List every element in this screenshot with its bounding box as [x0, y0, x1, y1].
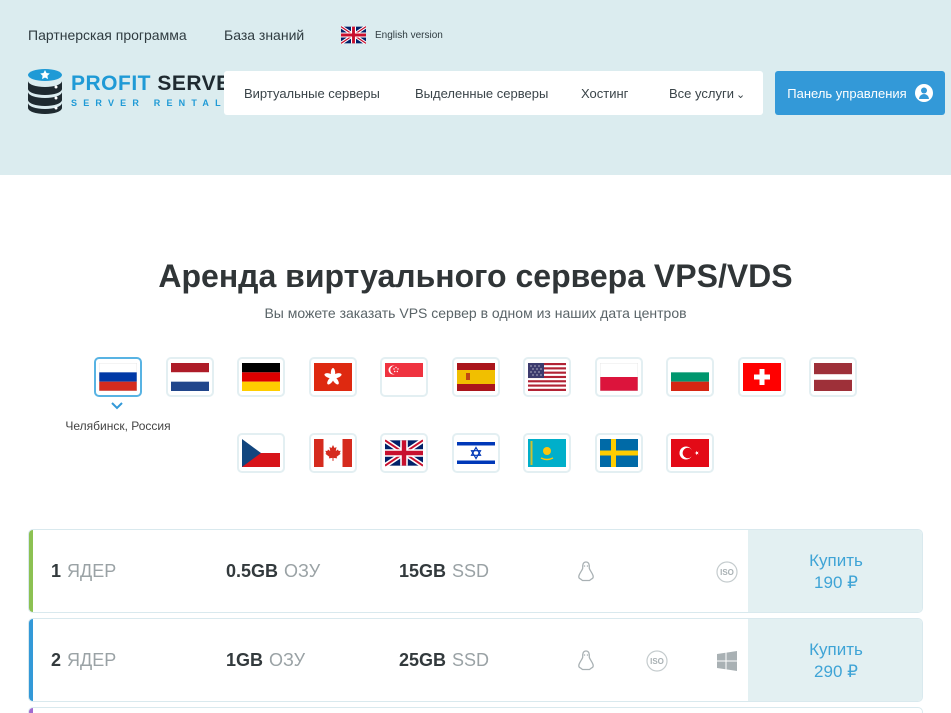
- plan-cores: 2 ЯДЕР: [51, 650, 116, 671]
- knowledge-base-link[interactable]: База знаний: [224, 27, 304, 43]
- plan-accent-bar: [29, 708, 33, 713]
- plan-cores-value: 1: [51, 561, 62, 581]
- logo[interactable]: PROFIT SERVER SERVER RENTAL: [27, 68, 246, 114]
- chevron-down-icon: [111, 402, 123, 410]
- israel-flag-icon: [457, 439, 495, 467]
- bulgaria-flag-icon: [671, 363, 709, 391]
- iso-icon: ISO: [646, 650, 668, 672]
- uk-flag-icon: [385, 439, 423, 467]
- buy-button-label: Купить: [809, 551, 863, 570]
- nav-hosting[interactable]: Хостинг: [581, 86, 628, 101]
- control-panel-button[interactable]: Панель управления: [775, 71, 945, 115]
- flag-israel[interactable]: [452, 433, 500, 473]
- hongkong-flag-icon: [314, 363, 352, 391]
- plan-row: 2 ЯДЕР 1GB ОЗУ 25GB SSD ISO Купить 290 ₽: [28, 618, 923, 702]
- uk-flag-icon: [341, 26, 366, 44]
- english-version-link[interactable]: English version: [341, 26, 443, 44]
- partner-program-link[interactable]: Партнерская программа: [28, 27, 187, 43]
- buy-button[interactable]: Купить 190 ₽: [748, 530, 922, 612]
- flag-poland[interactable]: [595, 357, 643, 397]
- flag-netherlands[interactable]: [166, 357, 214, 397]
- flag-usa[interactable]: [523, 357, 571, 397]
- logo-word-profit: PROFIT: [71, 72, 151, 95]
- plan-accent-bar: [29, 619, 33, 701]
- nav-all-services[interactable]: Все услуги ⌄: [669, 86, 745, 101]
- english-version-label: English version: [375, 29, 443, 41]
- plan-ram-label: ОЗУ: [269, 650, 306, 670]
- poland-flag-icon: [600, 363, 638, 391]
- windows-icon: [717, 651, 737, 671]
- switzerland-flag-icon: [743, 363, 781, 391]
- flag-uk[interactable]: [380, 433, 428, 473]
- plan-ram: 1GB ОЗУ: [226, 650, 305, 671]
- plan-cores-value: 2: [51, 650, 62, 670]
- turkey-flag-icon: [671, 439, 709, 467]
- buy-button[interactable]: Купить 290 ₽: [748, 619, 922, 701]
- flag-kazakhstan[interactable]: [523, 433, 571, 473]
- user-icon: [914, 84, 933, 102]
- server-stack-icon: [28, 69, 62, 114]
- canada-flag-icon: [314, 439, 352, 467]
- nav-virtual-servers[interactable]: Виртуальные серверы: [244, 86, 380, 101]
- spain-flag-icon: [457, 363, 495, 391]
- linux-icon: [578, 650, 594, 671]
- selected-location-label: Челябинск, Россия: [65, 419, 171, 433]
- plan-ram-label: ОЗУ: [284, 561, 321, 581]
- plan-cores: 1 ЯДЕР: [51, 561, 116, 582]
- flag-czech[interactable]: [237, 433, 285, 473]
- flag-bulgaria[interactable]: [666, 357, 714, 397]
- plan-price: 290 ₽: [814, 662, 858, 681]
- germany-flag-icon: [242, 363, 280, 391]
- czech-flag-icon: [242, 439, 280, 467]
- plan-disk-value: 15GB: [399, 561, 447, 581]
- plan-cores-label: ЯДЕР: [67, 650, 117, 670]
- plan-disk: 15GB SSD: [399, 561, 489, 582]
- logo-tagline: SERVER RENTAL: [71, 98, 227, 108]
- kazakhstan-flag-icon: [528, 439, 566, 467]
- plan-accent-bar: [29, 530, 33, 612]
- plan-price: 190 ₽: [814, 573, 858, 592]
- plan-ram-value: 1GB: [226, 650, 264, 670]
- plan-disk-label: SSD: [452, 650, 490, 670]
- main-nav: Виртуальные серверы Выделенные серверы Х…: [224, 71, 763, 115]
- svg-text:ISO: ISO: [720, 568, 734, 577]
- netherlands-flag-icon: [171, 363, 209, 391]
- plan-row: 1 ЯДЕР 0.5GB ОЗУ 15GB SSD ISO Купить 190 ₽: [28, 529, 923, 613]
- flag-hongkong[interactable]: [309, 357, 357, 397]
- sweden-flag-icon: [600, 439, 638, 467]
- flag-russia[interactable]: [94, 357, 142, 397]
- plan-cores-label: ЯДЕР: [67, 561, 117, 581]
- plan-ram-value: 0.5GB: [226, 561, 279, 581]
- page-subtitle: Вы можете заказать VPS сервер в одном из…: [264, 305, 687, 321]
- iso-icon: ISO: [716, 561, 738, 583]
- singapore-flag-icon: [385, 363, 423, 391]
- plan-disk-label: SSD: [452, 561, 490, 581]
- usa-flag-icon: [528, 363, 566, 391]
- plan-disk-value: 25GB: [399, 650, 447, 670]
- linux-icon: [578, 561, 594, 582]
- nav-all-services-label: Все услуги: [669, 85, 734, 101]
- flag-turkey[interactable]: [666, 433, 714, 473]
- russia-flag-icon: [99, 363, 137, 391]
- plan-row: [28, 707, 923, 713]
- control-panel-label: Панель управления: [787, 85, 907, 101]
- nav-dedicated-servers[interactable]: Выделенные серверы: [415, 86, 548, 101]
- plan-ram: 0.5GB ОЗУ: [226, 561, 320, 582]
- latvia-flag-icon: [814, 363, 852, 391]
- svg-text:ISO: ISO: [650, 657, 664, 666]
- flag-singapore[interactable]: [380, 357, 428, 397]
- plan-disk: 25GB SSD: [399, 650, 489, 671]
- buy-button-label: Купить: [809, 640, 863, 659]
- chevron-down-icon: ⌄: [735, 88, 746, 101]
- flag-sweden[interactable]: [595, 433, 643, 473]
- page-title: Аренда виртуального сервера VPS/VDS: [158, 258, 793, 294]
- site-header: Партнерская программа База знаний Englis…: [0, 0, 951, 175]
- flag-canada[interactable]: [309, 433, 357, 473]
- flag-germany[interactable]: [237, 357, 285, 397]
- flag-switzerland[interactable]: [738, 357, 786, 397]
- flag-latvia[interactable]: [809, 357, 857, 397]
- flag-spain[interactable]: [452, 357, 500, 397]
